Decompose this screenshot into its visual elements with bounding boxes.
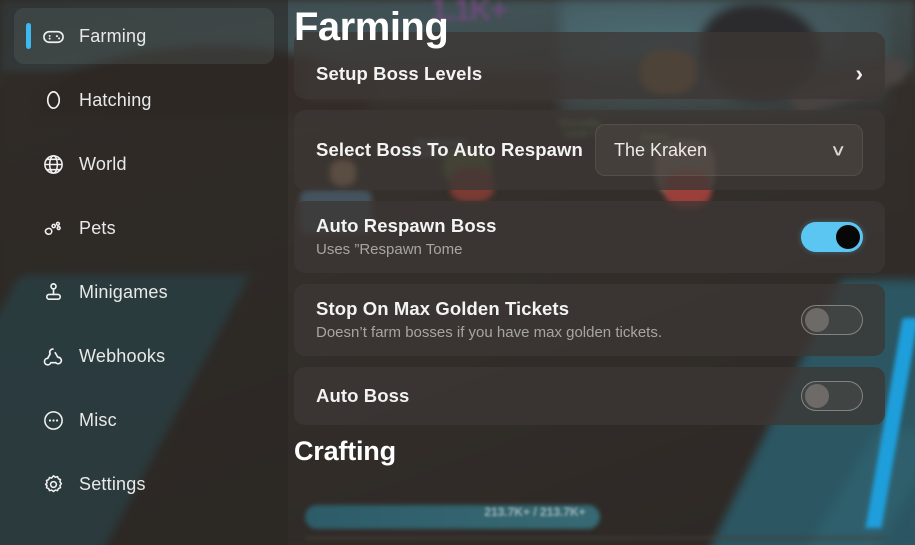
globe-icon <box>40 151 66 177</box>
sidebar-item-label: Pets <box>79 217 116 238</box>
sidebar-item-label: Farming <box>79 25 147 46</box>
row-text-block: Stop On Max Golden Tickets Doesn’t farm … <box>316 298 787 342</box>
sidebar-item-settings[interactable]: Settings <box>14 456 274 512</box>
sidebar-item-label: World <box>79 153 127 174</box>
toggle-knob <box>805 308 829 333</box>
active-accent-bar <box>26 23 31 49</box>
stop-on-max-golden-tickets-toggle[interactable] <box>801 305 863 336</box>
toggle-knob <box>836 225 860 250</box>
settings-rows-list: Setup Boss Levels › Select Boss To Auto … <box>294 32 885 467</box>
row-title: Select Boss To Auto Respawn <box>316 139 583 160</box>
gamepad-icon <box>40 23 66 49</box>
row-subtitle: Uses ”Respawn Tome <box>316 241 463 258</box>
row-stop-on-max-golden-tickets: Stop On Max Golden Tickets Doesn’t farm … <box>294 284 885 357</box>
sidebar-item-pets[interactable]: Pets <box>14 200 274 256</box>
dropdown-selected-value: The Kraken <box>614 139 708 160</box>
page-title: Farming <box>294 5 449 49</box>
sidebar-item-misc[interactable]: Misc <box>14 392 274 448</box>
row-select-boss-to-auto-respawn: Select Boss To Auto Respawn The Kraken ∨ <box>294 110 885 190</box>
row-title: Auto Boss <box>316 385 410 407</box>
row-auto-respawn-boss: Auto Respawn Boss Uses ”Respawn Tome <box>294 201 885 274</box>
row-title: Auto Respawn Boss <box>316 215 497 236</box>
chevron-right-icon[interactable]: › <box>855 62 863 85</box>
row-text-block: Setup Boss Levels <box>316 63 845 85</box>
sidebar-item-hatching[interactable]: Hatching <box>14 72 274 128</box>
paw-icon <box>40 215 66 241</box>
sidebar-item-label: Minigames <box>79 281 168 302</box>
sidebar-item-farming[interactable]: Farming <box>14 8 274 64</box>
row-auto-boss: Auto Boss <box>294 367 885 426</box>
auto-respawn-boss-toggle[interactable] <box>801 222 863 253</box>
toggle-knob <box>805 384 829 409</box>
row-title: Stop On Max Golden Tickets <box>316 298 570 320</box>
joystick-icon <box>40 279 66 305</box>
egg-icon <box>40 87 66 113</box>
sidebar-item-world[interactable]: World <box>14 136 274 192</box>
sidebar-item-label: Hatching <box>79 89 152 110</box>
sidebar-item-webhooks[interactable]: Webhooks <box>14 328 274 384</box>
dots-circle-icon <box>40 407 66 433</box>
row-text-block: Select Boss To Auto Respawn <box>316 139 595 161</box>
sidebar: Farming Hatching World Pets Minigames We… <box>0 0 288 545</box>
sidebar-item-minigames[interactable]: Minigames <box>14 264 274 320</box>
sidebar-item-label: Webhooks <box>79 345 166 366</box>
gear-icon <box>40 471 66 497</box>
main-content: Farming Setup Boss Levels › Select Boss … <box>288 0 915 545</box>
row-title: Setup Boss Levels <box>316 62 483 84</box>
section-header-crafting: Crafting <box>294 436 396 467</box>
boss-select-dropdown[interactable]: The Kraken ∨ <box>595 124 863 176</box>
sidebar-item-label: Settings <box>79 473 146 494</box>
row-text-block: Auto Boss <box>316 385 787 407</box>
row-text-block: Auto Respawn Boss Uses ”Respawn Tome <box>316 215 787 259</box>
row-subtitle: Doesn’t farm bosses if you have max gold… <box>316 324 662 342</box>
webhook-icon <box>40 343 66 369</box>
auto-boss-toggle[interactable] <box>801 381 863 412</box>
chevron-down-icon: ∨ <box>829 140 847 160</box>
sidebar-item-label: Misc <box>79 409 117 430</box>
